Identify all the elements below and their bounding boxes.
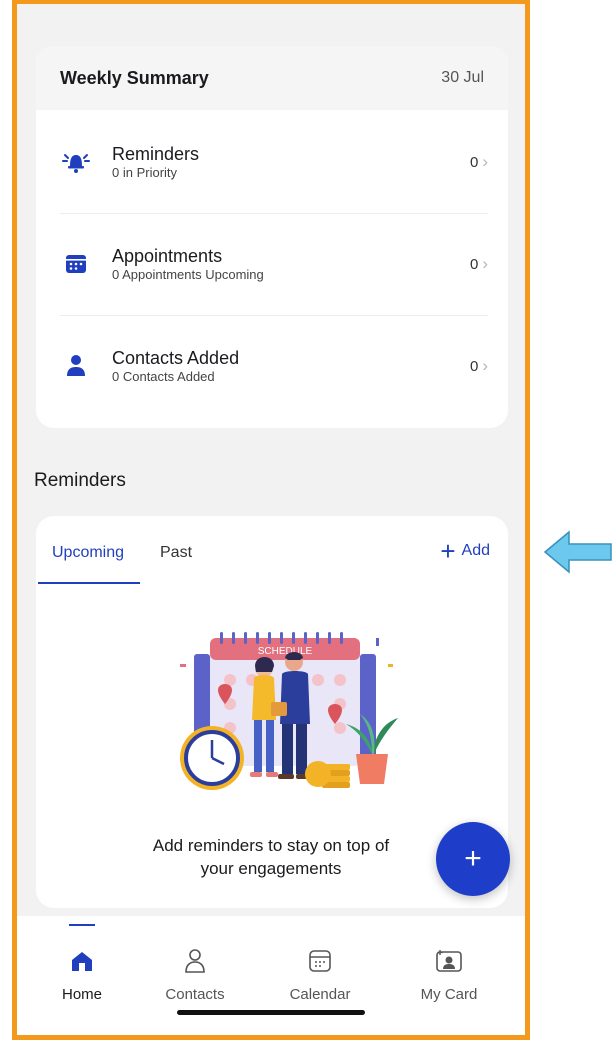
tab-upcoming[interactable]: Upcoming [36,544,140,562]
empty-state-message: Add reminders to stay on top of your eng… [152,836,390,878]
contacts-icon [145,946,245,976]
chevron-right-icon: › [482,254,488,273]
summary-row-count: 0 [469,153,479,171]
illustration-text: SCHEDULE [258,646,313,657]
home-icon [32,946,132,976]
plus-icon: + [464,842,482,875]
nav-label: My Card [420,986,478,1003]
summary-row-title: Reminders [112,143,200,164]
arrow-left-annotation [543,530,612,574]
home-indicator-bar [177,1010,365,1015]
bell-icon [62,148,90,176]
weekly-summary-title: Weekly Summary [60,67,209,88]
weekly-summary-card: Weekly Summary 30 Jul Reminders 0 in Pri… [36,46,508,428]
card-icon [399,946,499,976]
person-icon [62,352,90,380]
active-nav-indicator [69,924,95,926]
summary-row-title: Appointments [112,245,223,266]
summary-row-appointments[interactable]: Appointments 0 Appointments Upcoming 0 › [60,214,488,314]
summary-row-subtitle: 0 Appointments Upcoming [112,266,264,282]
add-label: Add [461,542,490,559]
schedule-illustration: SCHEDULE [180,632,398,790]
summary-row-subtitle: 0 Contacts Added [112,368,215,384]
nav-label: Contacts [165,986,225,1003]
calendar-icon [62,250,90,278]
summary-row-title: Contacts Added [112,347,240,368]
summary-row-contacts-added[interactable]: Contacts Added 0 Contacts Added 0 › [60,316,488,416]
summary-row-subtitle: 0 in Priority [112,164,178,180]
reminders-tabs: Upcoming Past + Add [36,516,508,588]
floating-add-button[interactable]: + [436,822,510,896]
summary-row-count: 0 [469,255,479,273]
weekly-summary-header: Weekly Summary 30 Jul [36,46,508,110]
reminders-section-title: Reminders [34,470,126,491]
weekly-summary-date: 30 Jul [441,69,484,86]
summary-row-count: 0 [469,357,479,375]
plus-icon: + [440,536,456,566]
chevron-right-icon: › [482,356,488,375]
add-reminder-button[interactable]: + Add [440,536,490,566]
tab-past[interactable]: Past [160,544,192,562]
nav-label: Home [61,986,102,1003]
nav-item-contacts[interactable]: Contacts [145,946,245,1003]
calendar-icon [270,946,370,976]
summary-row-reminders[interactable]: Reminders 0 in Priority 0 › [60,112,488,212]
nav-item-my-card[interactable]: My Card [399,946,499,1003]
nav-item-calendar[interactable]: Calendar [270,946,370,1003]
phone-frame: Weekly Summary 30 Jul Reminders 0 in Pri… [12,0,530,1040]
nav-label: Calendar [289,986,351,1003]
chevron-right-icon: › [482,152,488,171]
nav-item-home[interactable]: Home [32,946,132,1003]
active-tab-indicator [38,582,140,584]
bottom-navigation: Home Contacts Calendar My Card [17,916,525,1035]
